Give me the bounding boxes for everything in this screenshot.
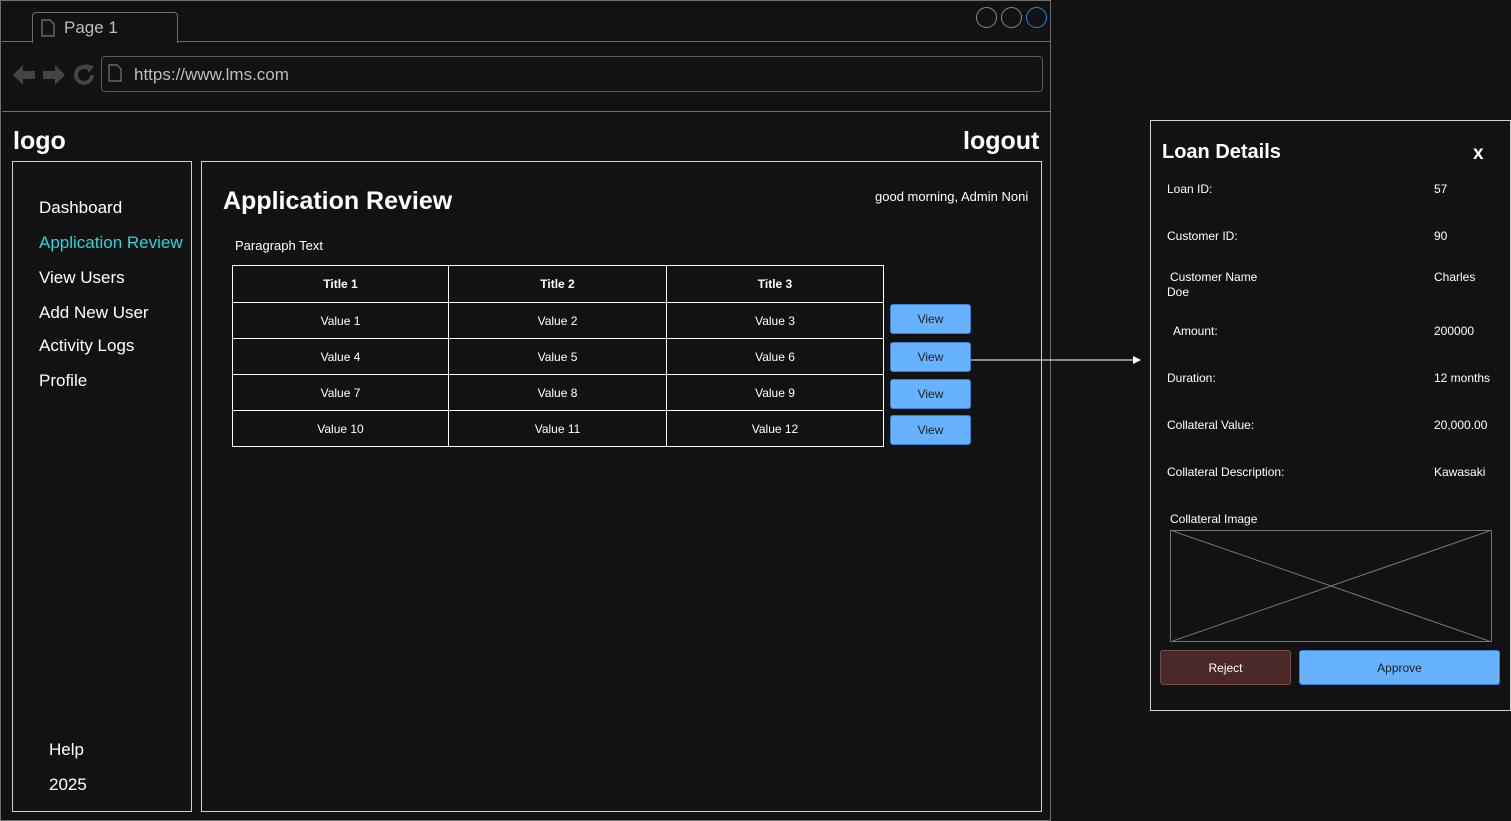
logout-link[interactable]: logout: [963, 127, 1039, 156]
window-control-icon[interactable]: [1026, 7, 1047, 28]
forward-icon[interactable]: [41, 62, 67, 88]
field-label: Collateral Value:: [1167, 418, 1255, 432]
field-value: 20,000.00: [1434, 418, 1488, 432]
page-icon: [41, 19, 55, 37]
field-label: Customer ID:: [1167, 229, 1238, 243]
tab-bar: Page 1: [2, 2, 1051, 43]
table-row: Value 1 Value 2 Value 3: [232, 302, 884, 339]
field-value: 57: [1434, 182, 1448, 196]
connector-arrow: [971, 356, 1141, 364]
reload-icon[interactable]: [71, 62, 97, 88]
window-control-icon[interactable]: [976, 7, 997, 28]
loan-details-modal: Loan Details x Loan ID: 57 Customer ID: …: [1150, 120, 1511, 711]
page-title: Application Review: [223, 187, 453, 215]
help-link[interactable]: Help: [49, 740, 84, 760]
table-cell: Value 2: [448, 302, 667, 339]
column-header: Title 3: [666, 265, 884, 303]
field-value: 12 months: [1434, 371, 1491, 385]
field-label: Collateral Description:: [1167, 465, 1285, 479]
back-icon[interactable]: [11, 62, 37, 88]
page-icon: [108, 64, 122, 82]
table-row: Value 10 Value 11 Value 12: [232, 410, 884, 447]
field-label: Duration:: [1167, 371, 1216, 385]
sidebar-item-view-users[interactable]: View Users: [39, 268, 125, 288]
field-value: 90: [1434, 229, 1448, 243]
applications-table: Title 1 Title 2 Title 3 Value 1 Value 2 …: [232, 265, 884, 447]
table-cell: Value 10: [232, 410, 449, 447]
table-cell: Value 5: [448, 338, 667, 375]
table-cell: Value 12: [666, 410, 884, 447]
field-label: Amount:: [1173, 324, 1218, 338]
field-label: Doe: [1167, 285, 1190, 299]
view-button[interactable]: View: [890, 415, 971, 445]
field-value: Charles: [1434, 270, 1476, 284]
column-header: Title 2: [448, 265, 667, 303]
window-control-icon[interactable]: [1001, 7, 1022, 28]
address-bar[interactable]: https://www.lms.com: [101, 56, 1043, 92]
collateral-image-caption: Collateral Image: [1170, 512, 1258, 526]
collateral-image: [1170, 530, 1492, 642]
approve-button[interactable]: Approve: [1299, 650, 1500, 685]
field-value: 200000: [1434, 324, 1475, 338]
sidebar: Dashboard Application Review View Users …: [12, 161, 192, 812]
table-row: Value 4 Value 5 Value 6: [232, 338, 884, 375]
column-header: Title 1: [232, 265, 449, 303]
sidebar-item-profile[interactable]: Profile: [39, 371, 87, 391]
table-cell: Value 11: [448, 410, 667, 447]
view-button[interactable]: View: [890, 304, 971, 334]
tab-label: Page 1: [64, 18, 118, 37]
logo: logo: [13, 127, 66, 155]
table-cell: Value 6: [666, 338, 884, 375]
table-cell: Value 1: [232, 302, 449, 339]
greeting-text: good morning, Admin Noni: [875, 189, 1029, 204]
main-panel: Application Review good morning, Admin N…: [201, 161, 1042, 812]
footer-year: 2025: [49, 775, 87, 794]
table-cell: Value 4: [232, 338, 449, 375]
modal-title: Loan Details: [1162, 141, 1281, 163]
field-label: Loan ID:: [1167, 182, 1213, 196]
sidebar-item-application-review[interactable]: Application Review: [39, 233, 183, 253]
sidebar-item-add-new-user[interactable]: Add New User: [39, 303, 149, 323]
table-cell: Value 8: [448, 374, 667, 411]
sidebar-item-activity-logs[interactable]: Activity Logs: [39, 336, 134, 356]
close-icon[interactable]: x: [1473, 143, 1484, 165]
field-label: Customer Name: [1170, 270, 1258, 284]
url-text: https://www.lms.com: [134, 65, 289, 84]
sidebar-item-dashboard[interactable]: Dashboard: [39, 198, 122, 218]
field-value: Kawasaki: [1434, 465, 1486, 479]
view-button[interactable]: View: [890, 379, 971, 409]
table-cell: Value 7: [232, 374, 449, 411]
paragraph-text: Paragraph Text: [235, 238, 323, 253]
reject-button[interactable]: Reject: [1160, 650, 1291, 685]
view-button[interactable]: View: [890, 342, 971, 372]
table-header-row: Title 1 Title 2 Title 3: [232, 265, 884, 303]
table-cell: Value 3: [666, 302, 884, 339]
browser-toolbar: https://www.lms.com: [2, 43, 1051, 112]
browser-tab[interactable]: Page 1: [32, 12, 178, 43]
table-row: Value 7 Value 8 Value 9: [232, 374, 884, 411]
table-cell: Value 9: [666, 374, 884, 411]
